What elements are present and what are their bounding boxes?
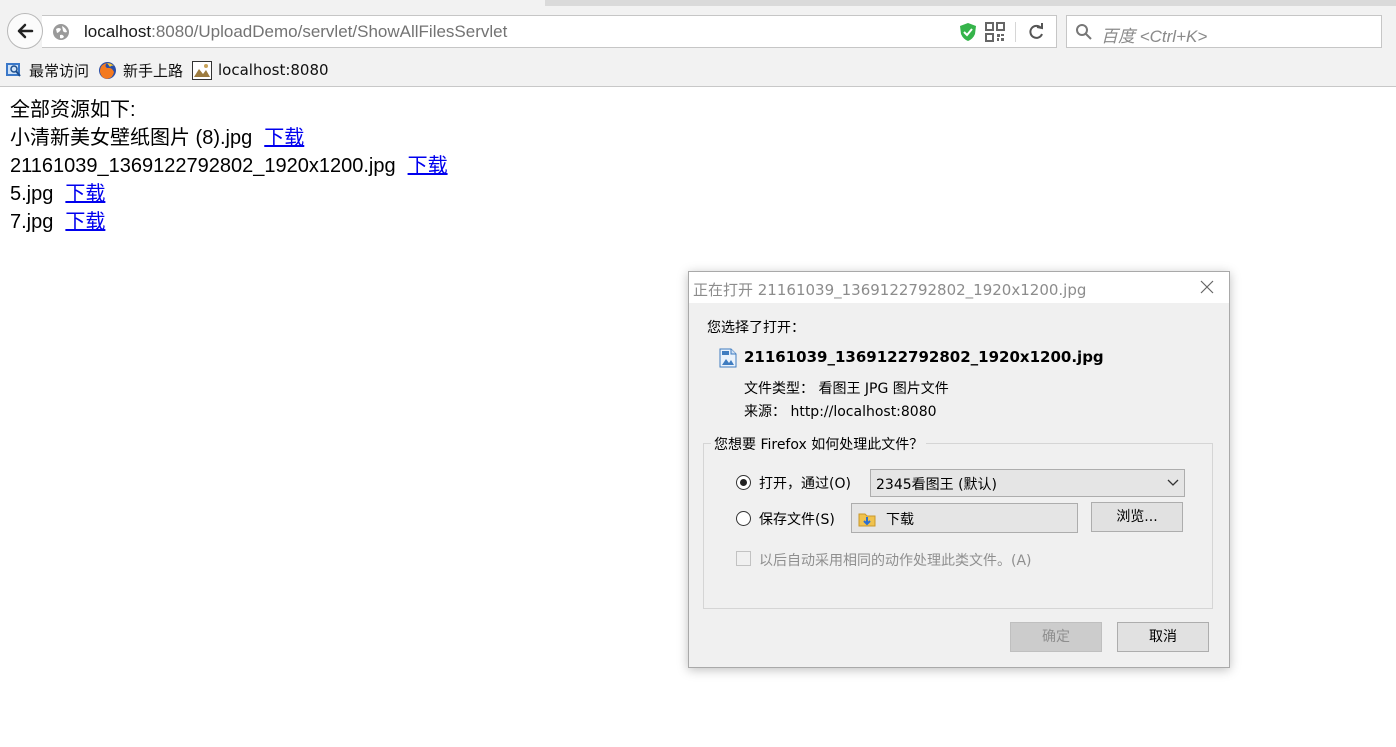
file-name: 21161039_1369122792802_1920x1200.jpg <box>10 155 396 177</box>
cancel-button[interactable]: 取消 <box>1117 622 1209 652</box>
tab-strip <box>0 0 1396 6</box>
open-with-radio[interactable] <box>736 475 751 490</box>
url-separator <box>1015 22 1016 42</box>
bookmark-localhost[interactable]: localhost:8080 <box>192 59 329 81</box>
open-with-select[interactable]: 2345看图王 (默认) <box>870 469 1185 497</box>
action-group-label: 您想要 Firefox 如何处理此文件？ <box>711 434 927 454</box>
reload-icon[interactable] <box>1026 22 1046 42</box>
url-bar[interactable]: localhost:8080/UploadDemo/servlet/ShowAl… <box>42 15 1057 48</box>
file-name: 5.jpg <box>10 183 54 205</box>
page-heading: 全部资源如下: <box>10 99 136 121</box>
download-link[interactable]: 下载 <box>408 155 448 177</box>
browser-toolbar: localhost:8080/UploadDemo/servlet/ShowAl… <box>0 0 1396 87</box>
image-file-icon <box>719 348 737 368</box>
download-folder-name: 下载 <box>886 512 914 528</box>
bookmark-most-visited[interactable]: 最常访问 <box>5 59 89 81</box>
dialog-filename: 21161039_1369122792802_1920x1200.jpg <box>744 348 1104 366</box>
dialog-title: 正在打开 21161039_1369122792802_1920x1200.jp… <box>693 281 1087 299</box>
bookmark-label: 新手上路 <box>123 61 184 80</box>
back-arrow-icon <box>17 23 34 39</box>
search-placeholder: 百度 <Ctrl+K> <box>1101 27 1208 46</box>
save-file-label[interactable]: 保存文件(S) <box>759 509 835 529</box>
file-row: 小清新美女壁纸图片 (8).jpg 下载 <box>10 124 448 152</box>
bookmarks-toolbar: 最常访问 新手上路 localhost:8080 <box>0 56 1396 84</box>
file-row: 5.jpg 下载 <box>10 180 448 208</box>
search-icon <box>1076 24 1092 40</box>
bookmark-label: localhost:8080 <box>218 61 329 79</box>
file-row: 7.jpg 下载 <box>10 208 448 236</box>
chevron-down-icon <box>1167 479 1179 486</box>
back-button[interactable] <box>7 13 43 49</box>
qr-code-icon[interactable] <box>985 22 1005 42</box>
page-icon <box>192 60 212 80</box>
globe-icon <box>53 24 69 40</box>
file-row: 21161039_1369122792802_1920x1200.jpg 下载 <box>10 152 448 180</box>
bookmark-label: 最常访问 <box>29 61 90 80</box>
filetype-label: 文件类型： <box>744 381 814 397</box>
url-text[interactable]: localhost:8080/UploadDemo/servlet/ShowAl… <box>84 22 507 42</box>
bookmark-getting-started[interactable]: 新手上路 <box>98 59 183 81</box>
source-value: http://localhost:8080 <box>790 404 937 420</box>
open-file-dialog: 正在打开 21161039_1369122792802_1920x1200.jp… <box>688 271 1230 668</box>
search-bar[interactable]: 百度 <Ctrl+K> <box>1066 15 1382 48</box>
download-link[interactable]: 下载 <box>65 183 105 205</box>
most-visited-icon <box>6 63 21 77</box>
download-link[interactable]: 下载 <box>65 211 105 233</box>
file-name: 小清新美女壁纸图片 (8).jpg <box>10 127 253 149</box>
download-folder-field[interactable]: 下载 <box>851 503 1078 533</box>
url-path: :8080/UploadDemo/servlet/ShowAllFilesSer… <box>151 22 508 41</box>
remember-label[interactable]: 以后自动采用相同的动作处理此类文件。(A) <box>759 550 1032 570</box>
file-name: 7.jpg <box>10 211 54 233</box>
open-with-value: 2345看图王 (默认) <box>876 477 998 493</box>
dialog-titlebar[interactable]: 正在打开 21161039_1369122792802_1920x1200.jp… <box>689 272 1229 303</box>
firefox-icon <box>99 61 116 79</box>
filetype-row: 文件类型： 看图王 JPG 图片文件 <box>744 378 949 398</box>
source-label: 来源： <box>744 404 786 420</box>
open-with-label[interactable]: 打开，通过(O) <box>759 473 851 493</box>
ok-button[interactable]: 确定 <box>1010 622 1102 652</box>
active-tab[interactable] <box>0 0 545 6</box>
page-content: 全部资源如下: 小清新美女壁纸图片 (8).jpg 下载 21161039_136… <box>10 96 448 236</box>
remember-checkbox[interactable] <box>736 551 751 566</box>
save-file-radio[interactable] <box>736 511 751 526</box>
dialog-prompt: 您选择了打开： <box>707 320 805 336</box>
download-folder-icon <box>858 513 876 527</box>
download-link[interactable]: 下载 <box>264 127 304 149</box>
url-host: localhost <box>84 22 152 41</box>
browse-button[interactable]: 浏览... <box>1091 502 1183 532</box>
close-icon[interactable] <box>1199 279 1215 295</box>
shield-icon[interactable] <box>958 22 978 42</box>
source-row: 来源： http://localhost:8080 <box>744 401 937 421</box>
filetype-value: 看图王 JPG 图片文件 <box>818 381 949 397</box>
